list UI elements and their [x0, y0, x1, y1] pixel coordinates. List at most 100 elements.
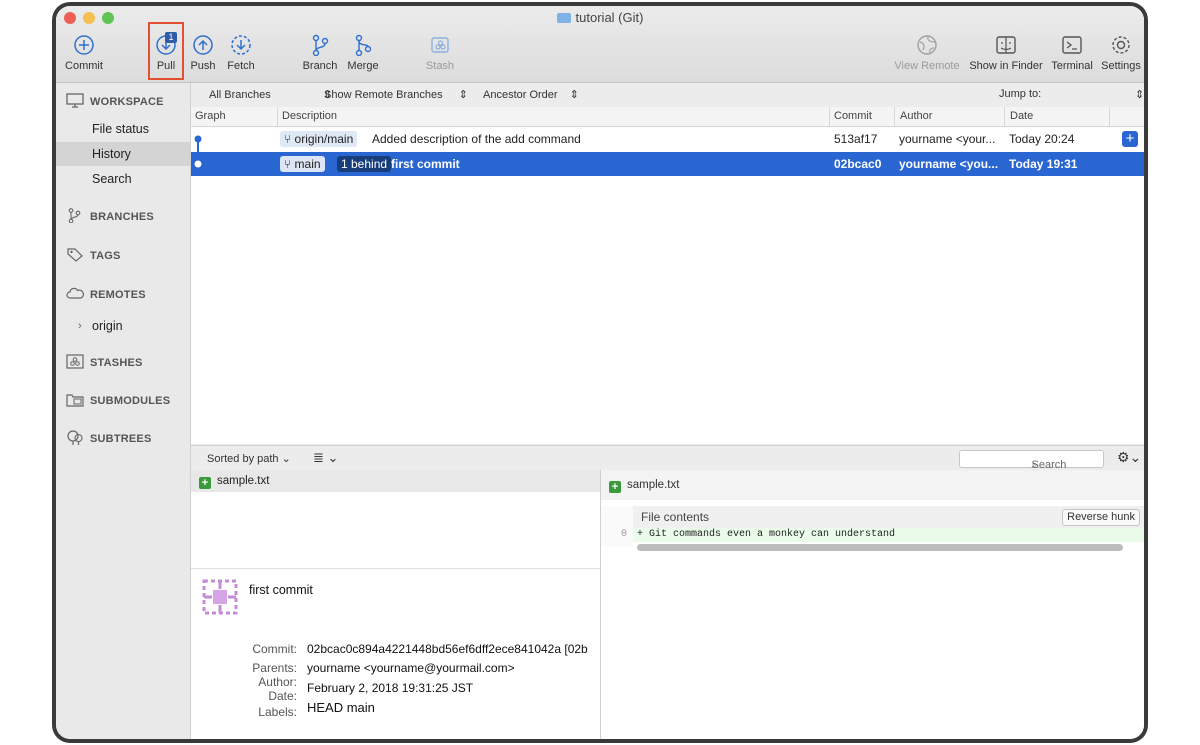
commit-list: ⑂ origin/main Added description of the a… [191, 127, 1144, 444]
reverse-hunk-button[interactable]: Reverse hunk [1062, 509, 1140, 526]
added-file-icon: + [609, 481, 621, 493]
commit-author: yourname <your... [899, 132, 996, 146]
horizontal-scrollbar[interactable] [637, 544, 1123, 551]
cloud-icon [66, 287, 84, 299]
plus-icon[interactable]: + [1122, 131, 1138, 147]
push-button[interactable]: Push [188, 34, 218, 72]
show-in-finder-button[interactable]: Show in Finder [966, 34, 1046, 72]
app-window: tutorial (Git) Commit Pull 1 Push Fetch … [56, 6, 1144, 739]
sidebar-subtrees-header[interactable]: SUBTREES [66, 430, 152, 445]
commit-row[interactable]: ⑂ origin/main Added description of the a… [191, 127, 1144, 151]
search-input[interactable]: ⌕ Search [959, 450, 1104, 471]
toolbar: tutorial (Git) Commit Pull 1 Push Fetch … [56, 6, 1144, 83]
branch-tag-main[interactable]: ⑂ main [280, 156, 325, 172]
col-graph[interactable]: Graph [195, 110, 226, 122]
history-filter-bar: All Branches ⇕ Show Remote Branches ⇕ Ance… [191, 83, 1144, 107]
sidebar-workspace-header: WORKSPACE [66, 93, 164, 108]
merge-icon [355, 34, 372, 56]
all-branches-select[interactable]: All Branches ⇕ [209, 88, 332, 101]
terminal-button[interactable]: Terminal [1049, 34, 1095, 72]
diff-file-header: + sample.txt [601, 470, 1144, 500]
view-remote-button[interactable]: View Remote [892, 34, 962, 72]
commit-graph [192, 135, 204, 170]
col-date[interactable]: Date [1010, 110, 1033, 122]
stash-button[interactable]: Stash [423, 34, 457, 72]
updown-icon: ⇕ [569, 89, 579, 101]
sidebar-item-search[interactable]: Search [56, 167, 190, 191]
parents-label: Parents: [252, 661, 297, 675]
commit-message: Added description of the add command [372, 132, 581, 146]
commit-button[interactable]: Commit [62, 34, 106, 72]
sidebar-item-origin[interactable]: › origin [56, 314, 190, 338]
file-list-item[interactable]: + sample.txt [191, 470, 600, 492]
branch-tag-origin-main[interactable]: ⑂ origin/main [280, 131, 358, 147]
sidebar-item-history[interactable]: History [56, 142, 190, 166]
fetch-button[interactable]: Fetch [224, 34, 258, 72]
globe-icon [917, 35, 937, 55]
avatar [202, 579, 238, 615]
col-description[interactable]: Description [282, 110, 337, 122]
pull-count-badge: 1 [165, 32, 177, 43]
folder-stack-icon [66, 394, 84, 407]
line-number-gutter: 0 [601, 506, 633, 546]
commit-author: yourname <you... [899, 157, 999, 171]
monitor-icon [66, 93, 84, 108]
fetch-icon [231, 35, 251, 55]
hunk-header: File contents Reverse hunk [633, 506, 1144, 528]
arrow-up-circle-icon [193, 35, 213, 55]
commit-hash: 513af17 [834, 132, 878, 146]
author-label: Author: [258, 675, 297, 689]
gear-icon[interactable]: ⚙⌄ [1117, 449, 1141, 466]
added-file-icon: + [199, 477, 211, 489]
stash-icon [66, 354, 84, 369]
commit-date: Today 20:24 [1009, 132, 1075, 146]
plus-circle-icon [74, 35, 94, 55]
sidebar-submodules-header[interactable]: SUBMODULES [66, 392, 170, 407]
sidebar-tags-header[interactable]: TAGS [66, 247, 121, 262]
gear-icon [1112, 36, 1130, 54]
changed-files-pane: + sample.txt first commit Commit: 02bcac0… [191, 470, 601, 739]
commit-labels: HEAD main [307, 700, 375, 715]
col-commit[interactable]: Commit [834, 110, 872, 122]
commit-details: first commit Commit: 02bcac0c894a4221448… [191, 568, 600, 739]
commit-row-selected[interactable]: ⑂ main 1 behind first commit 02bcac0 you… [191, 152, 1144, 176]
commit-date: Today 19:31 [1009, 157, 1078, 171]
settings-button[interactable]: Settings [1100, 34, 1142, 72]
order-select[interactable]: Ancestor Order ⇕ [483, 88, 579, 101]
terminal-icon [1062, 36, 1082, 54]
merge-button[interactable]: Merge [344, 34, 382, 72]
updown-icon: ⇕ [458, 89, 468, 101]
diff-added-line: + Git commands even a monkey can underst… [633, 528, 1144, 542]
commit-title: first commit [249, 583, 313, 597]
chevron-right-icon[interactable]: › [78, 314, 82, 338]
tag-icon [67, 248, 83, 262]
stash-icon [431, 37, 449, 53]
behind-badge: 1 behind [337, 156, 392, 172]
jump-to-label[interactable]: Jump to: [999, 88, 1041, 100]
sort-select[interactable]: Sorted by path ⌄ [207, 452, 291, 465]
col-author[interactable]: Author [900, 110, 932, 122]
list-view-icon[interactable]: ≣ ⌄ [313, 450, 338, 466]
updown-icon[interactable]: ⇕ [1135, 88, 1144, 101]
sidebar-remotes-header[interactable]: REMOTES [66, 286, 146, 301]
sidebar-branches-header[interactable]: BRANCHES [66, 208, 154, 223]
sidebar-item-file-status[interactable]: File status [56, 117, 190, 141]
commit-list-header: Graph Description Commit Author Date [191, 107, 1144, 127]
commit-hash: 02bcac0 [834, 157, 882, 171]
branch-icon [312, 34, 329, 56]
labels-label: Labels: [258, 705, 297, 719]
finder-icon [996, 36, 1016, 54]
show-remote-select[interactable]: Show Remote Branches ⇕ [324, 88, 468, 101]
diff-pane: + sample.txt 0 File contents Reverse hunk… [601, 470, 1144, 739]
branch-button[interactable]: Branch [300, 34, 340, 72]
sidebar-stashes-header[interactable]: STASHES [66, 354, 143, 369]
commit-parents: yourname <yourname@yourmail.com> [307, 661, 515, 675]
sidebar: WORKSPACE File status History Search BRA… [56, 83, 191, 739]
window-title: tutorial (Git) [56, 10, 1144, 25]
tree-icon [67, 430, 83, 445]
commit-message: first commit [391, 157, 460, 171]
commit-full-hash: 02bcac0c894a4221448bd56ef6dff2ece841042a… [307, 642, 588, 656]
commit-label: Commit: [252, 642, 297, 656]
date-label: Date: [268, 689, 297, 703]
line-number: 0 [620, 529, 627, 540]
